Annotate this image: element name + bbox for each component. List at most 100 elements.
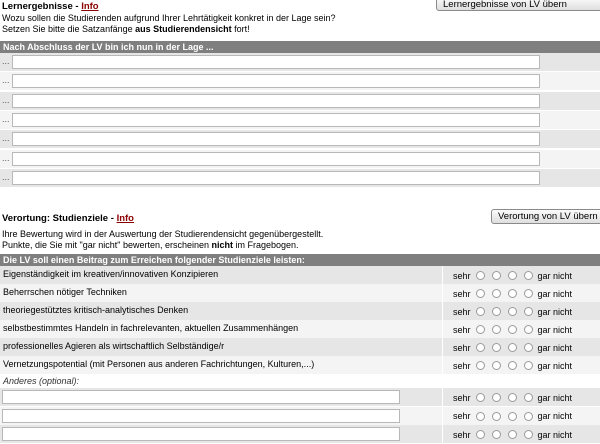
- study-goal-row: Beherrschen nötiger Techniken sehr gar nic…: [0, 284, 600, 302]
- rating-scale: sehr gar nicht: [453, 342, 572, 353]
- rating-radio-3[interactable]: [507, 307, 517, 317]
- scale-label-gar-nicht: gar nicht: [537, 429, 573, 440]
- rating-radio-4[interactable]: [523, 430, 533, 440]
- column-divider: [442, 266, 443, 284]
- learning-description-2: Setzen Sie bitte die Satzanfänge aus Stu…: [2, 24, 250, 34]
- rating-radio-1[interactable]: [475, 343, 485, 353]
- learning-outcome-input[interactable]: [12, 93, 540, 108]
- learning-outcome-input[interactable]: [12, 132, 540, 147]
- learning-outcomes-title: Lernergebnisse - Info: [2, 1, 99, 12]
- rating-radio-3[interactable]: [507, 325, 517, 335]
- rating-radio-2[interactable]: [491, 325, 501, 335]
- rating-radio-3[interactable]: [507, 393, 517, 403]
- study-goals-title: Verortung: Studienziele - Info: [2, 213, 134, 224]
- goals-description-1: Ihre Bewertung wird in der Auswertung de…: [2, 229, 324, 239]
- column-divider: [442, 406, 443, 425]
- rating-radio-2[interactable]: [491, 361, 501, 371]
- rating-radio-2[interactable]: [491, 343, 501, 353]
- rating-radio-3[interactable]: [507, 289, 517, 299]
- rating-scale: sehr gar nicht: [453, 392, 573, 403]
- learning-table-header: Nach Abschluss der LV bin ich nun in der…: [0, 41, 600, 53]
- custom-goal-row: sehr gar nicht: [0, 425, 600, 443]
- learning-outcome-input[interactable]: [12, 170, 540, 185]
- rating-radio-2[interactable]: [491, 393, 501, 403]
- rating-radio-1[interactable]: [475, 271, 485, 281]
- scale-label-sehr: sehr: [453, 270, 471, 281]
- rating-radio-1[interactable]: [475, 393, 485, 403]
- custom-goal-input[interactable]: [2, 408, 400, 423]
- study-goal-row: professionelles Agieren als wirtschaftli…: [0, 338, 600, 356]
- rating-radio-2[interactable]: [491, 430, 501, 440]
- rating-radio-3[interactable]: [507, 361, 517, 371]
- rating-radio-1[interactable]: [475, 307, 485, 317]
- study-goal-label: theoriegestütztes kritisch-analytisches …: [3, 305, 189, 315]
- rating-radio-4[interactable]: [523, 411, 533, 421]
- row-prefix: ...: [2, 133, 10, 144]
- learning-outcome-input[interactable]: [12, 55, 540, 69]
- custom-goal-row: sehr gar nicht: [0, 388, 600, 406]
- row-prefix: ...: [2, 56, 10, 66]
- scale-label-sehr: sehr: [453, 360, 471, 371]
- goals-table-header: Die LV soll einen Beitrag zum Erreichen …: [0, 254, 600, 266]
- scale-label-gar-nicht: gar nicht: [537, 306, 573, 317]
- rating-radio-4[interactable]: [523, 361, 533, 371]
- goals-description-2: Punkte, die Sie mit "gar nicht" bewerten…: [2, 240, 299, 250]
- column-divider: [442, 338, 443, 356]
- rating-scale: sehr gar nicht: [453, 270, 572, 281]
- scale-label-sehr: sehr: [453, 324, 471, 335]
- study-goal-label: professionelles Agieren als wirtschaftli…: [3, 341, 225, 351]
- rating-radio-2[interactable]: [491, 289, 501, 299]
- rating-scale: sehr gar nicht: [453, 360, 572, 371]
- rating-radio-3[interactable]: [507, 411, 517, 421]
- rating-radio-3[interactable]: [507, 430, 517, 440]
- scale-label-sehr: sehr: [453, 306, 471, 317]
- rating-radio-4[interactable]: [523, 271, 533, 281]
- column-divider: [442, 302, 443, 320]
- study-goal-label: Eigenständigkeit im kreativen/innovative…: [3, 269, 219, 279]
- rating-radio-4[interactable]: [523, 393, 533, 403]
- learning-info-link[interactable]: Info: [81, 1, 98, 12]
- column-divider: [442, 356, 443, 374]
- custom-goal-input[interactable]: [2, 427, 400, 441]
- row-prefix: ...: [2, 75, 10, 86]
- scale-label-gar-nicht: gar nicht: [537, 324, 573, 335]
- rating-radio-2[interactable]: [491, 411, 501, 421]
- rating-scale: sehr gar nicht: [453, 306, 573, 317]
- column-divider: [442, 284, 443, 302]
- row-prefix: ...: [2, 113, 10, 124]
- custom-goal-row: sehr gar nicht: [0, 406, 600, 425]
- scale-label-gar-nicht: gar nicht: [537, 392, 573, 403]
- learning-outcome-input[interactable]: [12, 151, 540, 166]
- learning-outcome-row: ...: [0, 53, 600, 72]
- row-prefix: ...: [2, 171, 10, 182]
- other-optional-label: Anderes (optional):: [3, 376, 80, 386]
- rating-radio-4[interactable]: [523, 343, 533, 353]
- adopt-learning-outcomes-button[interactable]: Lernergebnisse von LV übern: [436, 0, 600, 11]
- study-goal-row: Vernetzungspotential (mit Personen aus a…: [0, 356, 600, 374]
- study-goal-label: Beherrschen nötiger Techniken: [3, 287, 127, 297]
- rating-radio-2[interactable]: [491, 271, 501, 281]
- rating-radio-1[interactable]: [475, 411, 485, 421]
- adopt-study-goals-button[interactable]: Verortung von LV übern: [491, 209, 600, 224]
- rating-radio-1[interactable]: [475, 325, 485, 335]
- scale-label-sehr: sehr: [453, 411, 471, 422]
- rating-radio-4[interactable]: [523, 307, 533, 317]
- rating-radio-4[interactable]: [523, 289, 533, 299]
- scale-label-sehr: sehr: [453, 288, 471, 299]
- rating-radio-3[interactable]: [507, 271, 517, 281]
- rating-radio-2[interactable]: [491, 307, 501, 317]
- learning-outcome-input[interactable]: [12, 74, 540, 89]
- rating-radio-1[interactable]: [475, 430, 485, 440]
- learning-outcome-row: ...: [0, 110, 600, 130]
- learning-outcome-input[interactable]: [12, 112, 540, 127]
- rating-radio-1[interactable]: [475, 361, 485, 371]
- scale-label-gar-nicht: gar nicht: [537, 288, 573, 299]
- rating-radio-4[interactable]: [523, 325, 533, 335]
- rating-scale: sehr gar nicht: [453, 429, 573, 440]
- goals-info-link[interactable]: Info: [117, 213, 134, 224]
- rating-radio-1[interactable]: [475, 289, 485, 299]
- rating-radio-3[interactable]: [507, 343, 517, 353]
- column-divider: [442, 388, 443, 406]
- custom-goal-input[interactable]: [2, 390, 400, 404]
- row-prefix: ...: [2, 152, 10, 163]
